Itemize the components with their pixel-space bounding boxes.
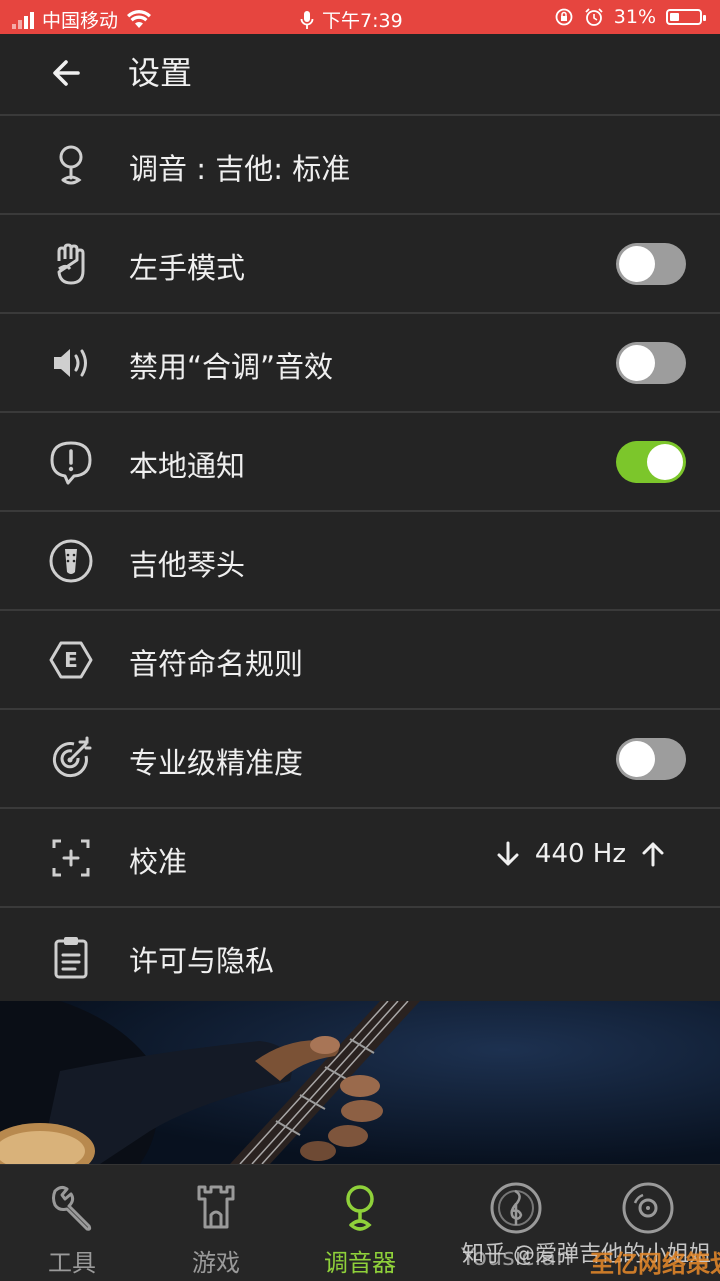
setting-label: 许可与隐私: [129, 944, 275, 978]
tab-label: 调音器: [324, 1249, 396, 1277]
signal-icon: [12, 11, 34, 29]
battery-icon: [666, 9, 706, 25]
page-title: 设置: [128, 54, 193, 92]
local-notifications-toggle[interactable]: [616, 441, 686, 483]
toggle-knob: [619, 345, 655, 381]
setting-row-note-naming[interactable]: E 音符命名规则: [0, 611, 720, 710]
setting-label: 专业级精准度: [129, 746, 304, 780]
rotation-lock-icon: [555, 8, 573, 26]
clock-time: 下午7:39: [322, 10, 403, 32]
tuner-pin-icon: [59, 145, 83, 185]
setting-label: 调音 : 吉他: 标准: [129, 152, 351, 186]
settings-list: 调音 : 吉他: 标准 左手模式 禁用“合调”音效 本地通知 吉他琴头 E 音符…: [0, 116, 720, 1007]
setting-label: 禁用“合调”音效: [129, 350, 334, 384]
svg-text:E: E: [64, 648, 78, 672]
setting-row-pro-accuracy[interactable]: 专业级精准度: [0, 710, 720, 809]
calibration-value: 440 Hz: [534, 839, 626, 869]
tab-label: 工具: [48, 1249, 96, 1277]
battery-percent: 31%: [613, 6, 656, 28]
promo-banner-image[interactable]: [0, 1001, 720, 1164]
setting-row-local-notifications[interactable]: 本地通知: [0, 413, 720, 512]
tab-games[interactable]: 游戏: [144, 1165, 288, 1281]
setting-row-calibration[interactable]: 校准 440 Hz: [0, 809, 720, 908]
toggle-knob: [647, 444, 683, 480]
tab-tuner[interactable]: 调音器: [288, 1165, 432, 1281]
decrease-arrow-icon[interactable]: [493, 839, 523, 869]
left-hand-mode-toggle[interactable]: [616, 243, 686, 285]
increase-arrow-icon[interactable]: [638, 839, 668, 869]
setting-row-disable-sound[interactable]: 禁用“合调”音效: [0, 314, 720, 413]
carrier-label: 中国移动: [42, 10, 119, 32]
microphone-icon: [300, 10, 314, 29]
status-bar: 中国移动 下午7:39 31%: [0, 0, 720, 34]
tab-tools[interactable]: 工具: [0, 1165, 144, 1281]
speaker-icon: [54, 349, 87, 377]
back-arrow-icon[interactable]: [46, 52, 88, 94]
castle-icon: [197, 1185, 235, 1229]
tab-label: 游戏: [192, 1249, 240, 1277]
setting-label: 本地通知: [129, 449, 246, 483]
wifi-icon: [127, 9, 152, 28]
note-naming-icon: E: [49, 641, 93, 679]
target-icon: [52, 736, 92, 778]
alarm-icon: [585, 8, 603, 26]
notification-icon: [50, 441, 92, 485]
hand-icon: [57, 243, 85, 285]
wrench-icon: [52, 1185, 92, 1231]
calibration-control: 440 Hz: [493, 839, 668, 869]
tuner-icon: [346, 1185, 374, 1231]
setting-label: 吉他琴头: [129, 548, 246, 582]
yousician-icon: [490, 1182, 542, 1234]
setting-row-tuning[interactable]: 调音 : 吉他: 标准: [0, 116, 720, 215]
toggle-knob: [619, 246, 655, 282]
guitar-head-icon: [49, 539, 93, 583]
setting-row-license-privacy[interactable]: 许可与隐私: [0, 908, 720, 1007]
watermark-brand: 至亿网络策划: [590, 1250, 720, 1278]
setting-row-guitar-head[interactable]: 吉他琴头: [0, 512, 720, 611]
clipboard-icon: [54, 937, 88, 979]
guitarist-photo: [0, 1001, 720, 1164]
disable-sound-toggle[interactable]: [616, 342, 686, 384]
pro-accuracy-toggle[interactable]: [616, 738, 686, 780]
setting-label: 音符命名规则: [129, 647, 304, 681]
setting-row-left-hand-mode[interactable]: 左手模式: [0, 215, 720, 314]
calibrate-icon: [52, 839, 90, 877]
setting-label: 左手模式: [129, 251, 246, 285]
setting-label: 校准: [129, 845, 188, 879]
toggle-knob: [619, 741, 655, 777]
settings-header: 设置: [0, 34, 720, 116]
disc-icon: [622, 1182, 674, 1234]
